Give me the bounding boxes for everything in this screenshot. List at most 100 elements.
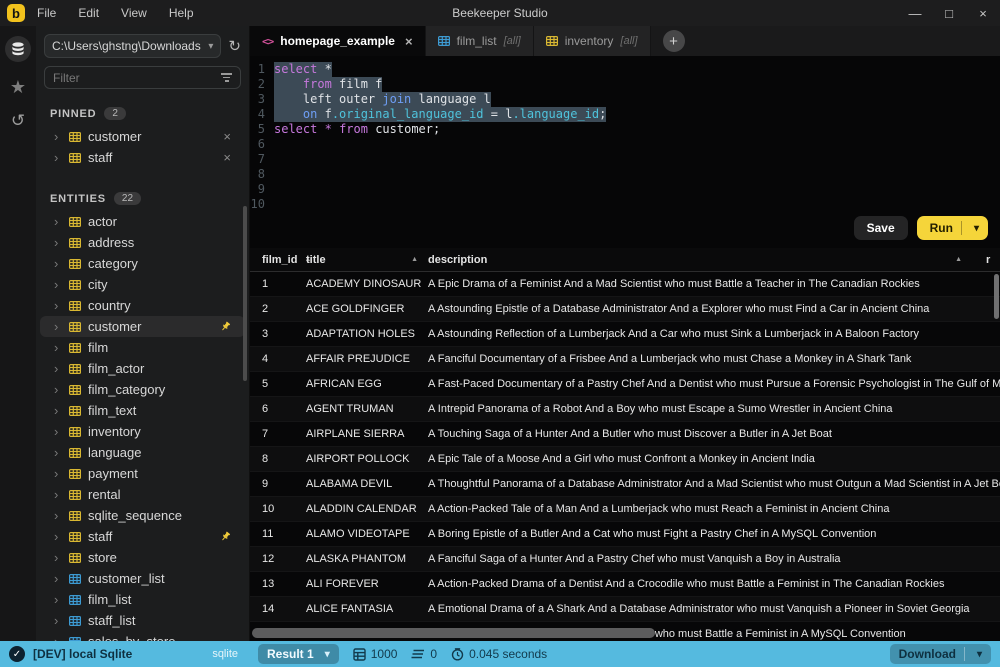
table-row[interactable]: 5 AFRICAN EGG A Fast-Paced Documentary o…: [250, 372, 1000, 397]
table-row[interactable]: 14 ALICE FANTASIA A Emotional Drama of a…: [250, 597, 1000, 622]
code-line[interactable]: 5 select * from customer;: [250, 122, 1000, 137]
chevron-right-icon[interactable]: ›: [54, 614, 62, 627]
cell-title[interactable]: ACADEMY DINOSAUR: [306, 278, 428, 290]
chevron-right-icon[interactable]: ›: [54, 551, 62, 564]
close-button[interactable]: ×: [966, 6, 1000, 21]
menu-item[interactable]: Edit: [78, 6, 99, 20]
cell-film-id[interactable]: 3: [250, 328, 306, 340]
sort-asc-icon[interactable]: ▲: [411, 256, 418, 263]
tab-close-icon[interactable]: ×: [405, 34, 413, 49]
entity-item[interactable]: › city: [40, 274, 245, 295]
chevron-right-icon[interactable]: ›: [54, 320, 62, 333]
chevron-right-icon[interactable]: ›: [54, 299, 62, 312]
cell-title[interactable]: AFFAIR PREJUDICE: [306, 353, 428, 365]
chevron-right-icon[interactable]: ›: [54, 530, 62, 543]
entity-item[interactable]: › film_list: [40, 589, 245, 610]
pinned-item[interactable]: › staff ×: [40, 147, 245, 168]
table-row[interactable]: 7 AIRPLANE SIERRA A Touching Saga of a H…: [250, 422, 1000, 447]
cell-title[interactable]: ALADDIN CALENDAR: [306, 503, 428, 515]
menu-item[interactable]: File: [37, 6, 56, 20]
chevron-right-icon[interactable]: ›: [54, 362, 62, 375]
chevron-right-icon[interactable]: ›: [54, 257, 62, 270]
database-icon[interactable]: [5, 36, 31, 62]
column-header-partial[interactable]: r: [986, 254, 1000, 266]
cell-film-id[interactable]: 5: [250, 378, 306, 390]
filter-icon[interactable]: [221, 73, 232, 82]
table-row[interactable]: 10 ALADDIN CALENDAR A Action-Packed Tale…: [250, 497, 1000, 522]
pin-icon[interactable]: [220, 531, 231, 542]
cell-film-id[interactable]: 2: [250, 303, 306, 315]
entity-item[interactable]: › category: [40, 253, 245, 274]
table-row[interactable]: 13 ALI FOREVER A Action-Packed Drama of …: [250, 572, 1000, 597]
entity-item[interactable]: › customer_list: [40, 568, 245, 589]
cell-title[interactable]: AFRICAN EGG: [306, 378, 428, 390]
column-header-title[interactable]: title ▲: [306, 254, 428, 266]
code-line[interactable]: 4 on f.original_language_id = l.language…: [250, 107, 1000, 122]
vertical-scrollbar[interactable]: [994, 274, 999, 319]
connection-selector[interactable]: C:\Users\ghstng\Downloads ▾: [44, 34, 221, 58]
code-line[interactable]: 8: [250, 167, 1000, 182]
chevron-right-icon[interactable]: ›: [54, 151, 62, 164]
filter-input[interactable]: [53, 71, 221, 85]
chevron-right-icon[interactable]: ›: [54, 467, 62, 480]
cell-description[interactable]: A Astounding Epistle of a Database Admin…: [428, 303, 1000, 315]
pin-icon[interactable]: [220, 321, 231, 332]
entity-item[interactable]: › store: [40, 547, 245, 568]
code-line[interactable]: 1 select *: [250, 62, 1000, 77]
table-row[interactable]: 9 ALABAMA DEVIL A Thoughtful Panorama of…: [250, 472, 1000, 497]
cell-film-id[interactable]: 6: [250, 403, 306, 415]
cell-description[interactable]: A Fanciful Documentary of a Frisbee And …: [428, 353, 1000, 365]
new-tab-button[interactable]: +: [663, 30, 685, 52]
unpin-close-icon[interactable]: ×: [223, 129, 231, 144]
cell-title[interactable]: AGENT TRUMAN: [306, 403, 428, 415]
entity-item[interactable]: › film_text: [40, 400, 245, 421]
code-line[interactable]: 6: [250, 137, 1000, 152]
cell-description[interactable]: A Epic Drama of a Feminist And a Mad Sci…: [428, 278, 1000, 290]
cell-film-id[interactable]: 4: [250, 353, 306, 365]
download-dropdown-icon[interactable]: ▾: [977, 649, 982, 660]
entity-item[interactable]: › staff: [40, 526, 245, 547]
tab[interactable]: <> inventory [all]: [534, 26, 651, 56]
code-line[interactable]: 9: [250, 182, 1000, 197]
chevron-right-icon[interactable]: ›: [54, 425, 62, 438]
download-button[interactable]: Download ▾: [890, 644, 991, 664]
cell-title[interactable]: AIRPLANE SIERRA: [306, 428, 428, 440]
chevron-right-icon[interactable]: ›: [54, 236, 62, 249]
chevron-right-icon[interactable]: ›: [54, 215, 62, 228]
horizontal-scrollbar[interactable]: [252, 628, 655, 638]
cell-film-id[interactable]: 9: [250, 478, 306, 490]
code-line[interactable]: 2 from film f: [250, 77, 1000, 92]
table-row[interactable]: 4 AFFAIR PREJUDICE A Fanciful Documentar…: [250, 347, 1000, 372]
column-header-film-id[interactable]: film_id ▲: [250, 254, 306, 266]
chevron-right-icon[interactable]: ›: [54, 383, 62, 396]
pinned-item[interactable]: › customer ×: [40, 126, 245, 147]
cell-film-id[interactable]: 7: [250, 428, 306, 440]
chevron-right-icon[interactable]: ›: [54, 278, 62, 291]
save-button[interactable]: Save: [854, 216, 908, 240]
chevron-right-icon[interactable]: ›: [54, 404, 62, 417]
cell-description[interactable]: A Emotional Drama of a A Shark And a Dat…: [428, 603, 1000, 615]
menu-item[interactable]: Help: [169, 6, 194, 20]
table-row[interactable]: 12 ALASKA PHANTOM A Fanciful Saga of a H…: [250, 547, 1000, 572]
table-row[interactable]: 3 ADAPTATION HOLES A Astounding Reflecti…: [250, 322, 1000, 347]
cell-description[interactable]: A Fanciful Saga of a Hunter And a Pastry…: [428, 553, 1000, 565]
cell-film-id[interactable]: 12: [250, 553, 306, 565]
unpin-close-icon[interactable]: ×: [223, 150, 231, 165]
table-row[interactable]: 11 ALAMO VIDEOTAPE A Boring Epistle of a…: [250, 522, 1000, 547]
chevron-right-icon[interactable]: ›: [54, 130, 62, 143]
table-row[interactable]: 2 ACE GOLDFINGER A Astounding Epistle of…: [250, 297, 1000, 322]
refresh-icon[interactable]: ↻: [228, 37, 241, 55]
chevron-right-icon[interactable]: ›: [54, 572, 62, 585]
chevron-right-icon[interactable]: ›: [54, 593, 62, 606]
chevron-right-icon[interactable]: ›: [54, 341, 62, 354]
entity-item[interactable]: › customer: [40, 316, 245, 337]
column-header-description[interactable]: description ▲: [428, 254, 986, 266]
cell-description[interactable]: A Action-Packed Drama of a Dentist And a…: [428, 578, 1000, 590]
cell-description[interactable]: A Thoughtful Panorama of a Database Admi…: [428, 478, 1000, 490]
run-dropdown-icon[interactable]: ▾: [974, 223, 979, 234]
chevron-right-icon[interactable]: ›: [54, 509, 62, 522]
cell-description[interactable]: A Astounding Reflection of a Lumberjack …: [428, 328, 1000, 340]
run-button[interactable]: Run ▾: [917, 216, 988, 240]
entity-item[interactable]: › sales_by_store: [40, 631, 245, 641]
entity-item[interactable]: › actor: [40, 211, 245, 232]
